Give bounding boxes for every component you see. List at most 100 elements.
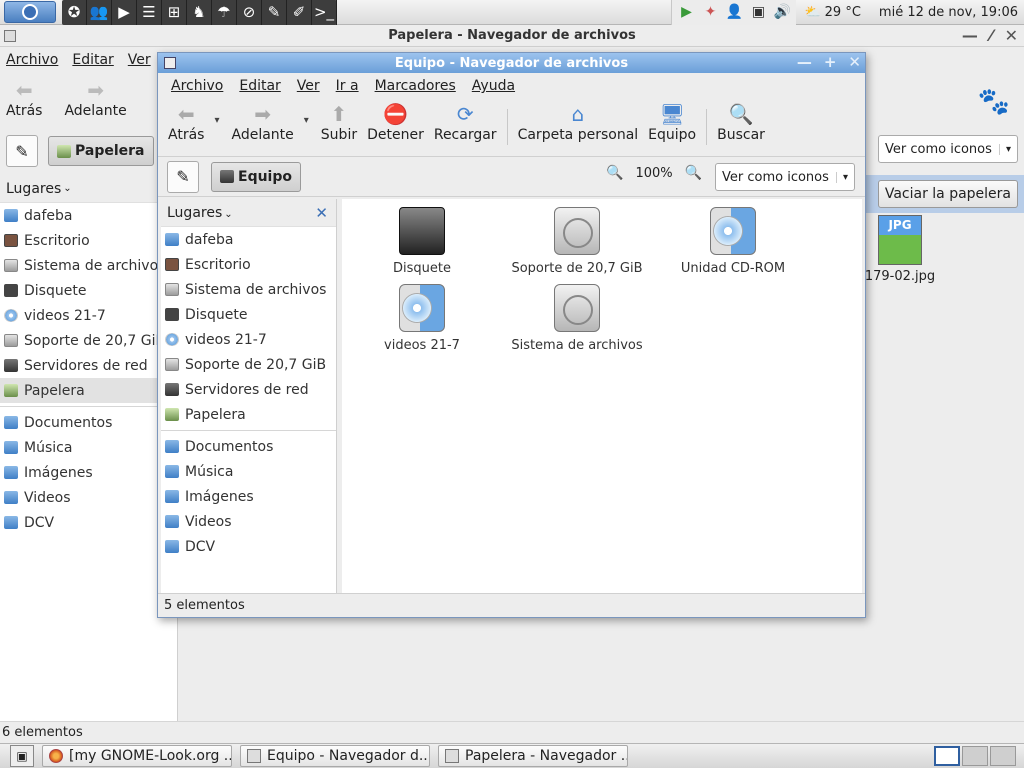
- menu-editar[interactable]: Editar: [239, 78, 280, 94]
- reload-button[interactable]: ⟳ Recargar: [434, 102, 497, 143]
- computer-button[interactable]: 🖥 Equipo: [648, 102, 696, 143]
- sidebar-item-videos-cd[interactable]: videos 21-7: [161, 327, 336, 352]
- no-sign-icon[interactable]: ⊘: [237, 0, 262, 25]
- grid-icon[interactable]: ⊞: [162, 0, 187, 25]
- volume-icon[interactable]: 🔊: [772, 2, 792, 22]
- sidebar-item-volume[interactable]: Soporte de 20,7 GiB: [161, 352, 336, 377]
- menu-archivo[interactable]: Archivo: [171, 78, 223, 94]
- file-item[interactable]: JPG 179-02.jpg: [860, 215, 940, 284]
- device-volume[interactable]: Soporte de 20,7 GiB: [502, 207, 652, 276]
- close-icon[interactable]: ✕: [1005, 26, 1018, 45]
- menu-ir-a[interactable]: Ir a: [336, 78, 359, 94]
- search-button[interactable]: 🔍 Buscar: [717, 102, 765, 143]
- maximize-icon[interactable]: ⁄: [990, 26, 993, 45]
- forward-history-chevron-icon[interactable]: ▾: [304, 115, 309, 126]
- sidebar-item-network[interactable]: Servidores de red: [161, 377, 336, 402]
- sidebar-header[interactable]: Lugares ⌄ ✕: [161, 199, 336, 227]
- close-icon[interactable]: ✕: [848, 53, 861, 71]
- sidebar-item-videos-cd[interactable]: videos 21-7: [0, 303, 177, 328]
- sidebar-item-trash[interactable]: Papelera: [0, 378, 177, 403]
- workspace-1[interactable]: [934, 746, 960, 766]
- minimize-icon[interactable]: —: [797, 53, 812, 71]
- maximize-icon[interactable]: +: [824, 53, 837, 71]
- trash-window-titlebar[interactable]: Papelera - Navegador de archivos — ⁄ ✕: [0, 25, 1024, 47]
- pencil-icon[interactable]: ✐: [287, 0, 312, 25]
- sidebar-header[interactable]: Lugares ⌄: [0, 175, 177, 203]
- firefox-icon[interactable]: ✪: [62, 0, 87, 25]
- task-computer-window[interactable]: Equipo - Navegador d...: [240, 745, 430, 767]
- trash-view-select[interactable]: Ver como iconos ▾: [878, 135, 1018, 163]
- computer-window-titlebar[interactable]: Equipo - Navegador de archivos — + ✕: [158, 53, 865, 73]
- umbrella-icon[interactable]: ☂: [212, 0, 237, 25]
- pen-icon[interactable]: ✎: [262, 0, 287, 25]
- sidebar-item-musica[interactable]: Música: [0, 435, 177, 460]
- play-status-icon[interactable]: ▶: [676, 2, 696, 22]
- forward-button[interactable]: ➡ Adelante: [231, 102, 293, 143]
- back-button[interactable]: ⬅ Atrás: [6, 78, 42, 119]
- zoom-in-icon[interactable]: 🔍: [685, 165, 702, 181]
- sidebar-item-floppy[interactable]: Disquete: [161, 302, 336, 327]
- sidebar-item-escritorio[interactable]: Escritorio: [0, 228, 177, 253]
- sidebar-item-videos[interactable]: Videos: [161, 509, 336, 534]
- minimize-icon[interactable]: —: [962, 26, 978, 45]
- device-cdrom[interactable]: Unidad CD-ROM: [658, 207, 808, 276]
- sidebar-item-filesystem[interactable]: Sistema de archivos: [0, 253, 177, 278]
- show-desktop-button[interactable]: ▣: [10, 745, 34, 767]
- close-sidebar-icon[interactable]: ✕: [315, 204, 328, 222]
- empty-trash-button[interactable]: Vaciar la papelera: [877, 180, 1018, 208]
- back-button[interactable]: ⬅ Atrás: [168, 102, 204, 143]
- task-firefox[interactable]: [my GNOME-Look.org ...: [42, 745, 232, 767]
- location-computer-button[interactable]: Equipo: [211, 161, 301, 192]
- up-button[interactable]: ⬆ Subir: [321, 102, 357, 143]
- menu-editar[interactable]: Editar: [72, 52, 113, 68]
- update-icon[interactable]: ✦: [700, 2, 720, 22]
- menu-ver[interactable]: Ver: [128, 52, 151, 68]
- sidebar-item-network[interactable]: Servidores de red: [0, 353, 177, 378]
- sidebar-item-documentos[interactable]: Documentos: [0, 410, 177, 435]
- computer-view-select[interactable]: Ver como iconos ▾: [715, 163, 855, 191]
- device-filesystem[interactable]: Sistema de archivos: [502, 284, 652, 353]
- bird-icon[interactable]: ♞: [187, 0, 212, 25]
- edit-location-button[interactable]: ✎: [6, 135, 38, 167]
- sidebar-item-musica[interactable]: Música: [161, 459, 336, 484]
- main-menu-button[interactable]: [4, 1, 56, 23]
- sidebar-item-trash[interactable]: Papelera: [161, 402, 336, 427]
- menu-ayuda[interactable]: Ayuda: [472, 78, 515, 94]
- window-menu-icon[interactable]: [4, 30, 16, 42]
- device-floppy[interactable]: Disquete: [347, 207, 497, 276]
- menu-marcadores[interactable]: Marcadores: [375, 78, 456, 94]
- edit-location-button[interactable]: ✎: [167, 160, 199, 193]
- sidebar-item-dafeba[interactable]: dafeba: [0, 203, 177, 228]
- user-icon[interactable]: 👤: [724, 2, 744, 22]
- stop-button[interactable]: ⛔ Detener: [367, 102, 424, 143]
- sidebar-item-escritorio[interactable]: Escritorio: [161, 252, 336, 277]
- sidebar-item-dcv[interactable]: DCV: [161, 534, 336, 559]
- zoom-level[interactable]: 100%: [635, 166, 672, 181]
- media-play-icon[interactable]: ▶: [112, 0, 137, 25]
- people-icon[interactable]: 👥: [87, 0, 112, 25]
- sidebar-item-imagenes[interactable]: Imágenes: [161, 484, 336, 509]
- workspace-3[interactable]: [990, 746, 1016, 766]
- workspace-2[interactable]: [962, 746, 988, 766]
- location-trash-button[interactable]: Papelera: [48, 136, 154, 166]
- clock[interactable]: mié 12 de nov, 19:06: [869, 5, 1024, 20]
- task-trash-window[interactable]: Papelera - Navegador ...: [438, 745, 628, 767]
- sidebar-item-documentos[interactable]: Documentos: [161, 434, 336, 459]
- sidebar-item-filesystem[interactable]: Sistema de archivos: [161, 277, 336, 302]
- list-icon[interactable]: ☰: [137, 0, 162, 25]
- device-videos-cd[interactable]: videos 21-7: [347, 284, 497, 353]
- zoom-out-icon[interactable]: 🔍: [606, 165, 623, 181]
- back-history-chevron-icon[interactable]: ▾: [214, 115, 219, 126]
- home-button[interactable]: ⌂ Carpeta personal: [518, 102, 639, 143]
- sidebar-item-imagenes[interactable]: Imágenes: [0, 460, 177, 485]
- network-icon[interactable]: ▣: [748, 2, 768, 22]
- terminal-icon[interactable]: >_: [312, 0, 337, 25]
- sidebar-item-dcv[interactable]: DCV: [0, 510, 177, 535]
- menu-ver[interactable]: Ver: [297, 78, 320, 94]
- weather-applet[interactable]: ⛅ 29 °C: [796, 5, 868, 20]
- window-menu-icon[interactable]: [164, 57, 176, 69]
- sidebar-item-floppy[interactable]: Disquete: [0, 278, 177, 303]
- menu-archivo[interactable]: Archivo: [6, 52, 58, 68]
- forward-button[interactable]: ➡ Adelante: [64, 78, 126, 119]
- sidebar-item-videos[interactable]: Videos: [0, 485, 177, 510]
